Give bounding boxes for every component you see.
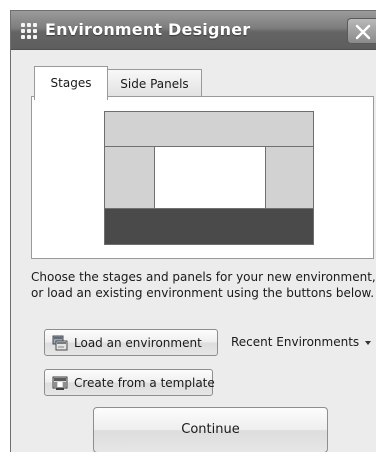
chevron-down-icon [365,341,371,345]
main-stage-region[interactable] [155,147,265,208]
continue-button[interactable]: Continue [93,407,328,452]
grid-icon [21,23,37,39]
top-panel-region[interactable] [105,112,313,147]
bottom-panel-region[interactable] [105,208,313,244]
environment-layout-preview [104,111,314,245]
create-from-template-label: Create from a template [74,376,215,390]
tab-side-panels[interactable]: Side Panels [108,69,202,96]
load-environment-button[interactable]: Load an environment [44,329,218,356]
close-button[interactable] [347,18,376,44]
right-panel-region[interactable] [265,147,313,208]
left-panel-region[interactable] [105,147,155,208]
close-icon [355,24,371,40]
create-from-template-button[interactable]: Create from a template [44,369,215,396]
template-icon [52,376,68,390]
stages-tab-panel [31,96,374,259]
tab-stages[interactable]: Stages [34,66,108,100]
recent-environments-label: Recent Environments [231,335,360,349]
title-bar[interactable]: Environment Designer [11,11,376,50]
recent-environments-dropdown[interactable]: Recent Environments [231,335,376,353]
instructions-text: Choose the stages and panels for your ne… [31,270,376,300]
window-title: Environment Designer [45,20,251,39]
environment-designer-window: Environment Designer Stages Side Panels … [10,10,376,452]
load-environment-icon [52,335,68,351]
load-environment-label: Load an environment [74,336,202,350]
